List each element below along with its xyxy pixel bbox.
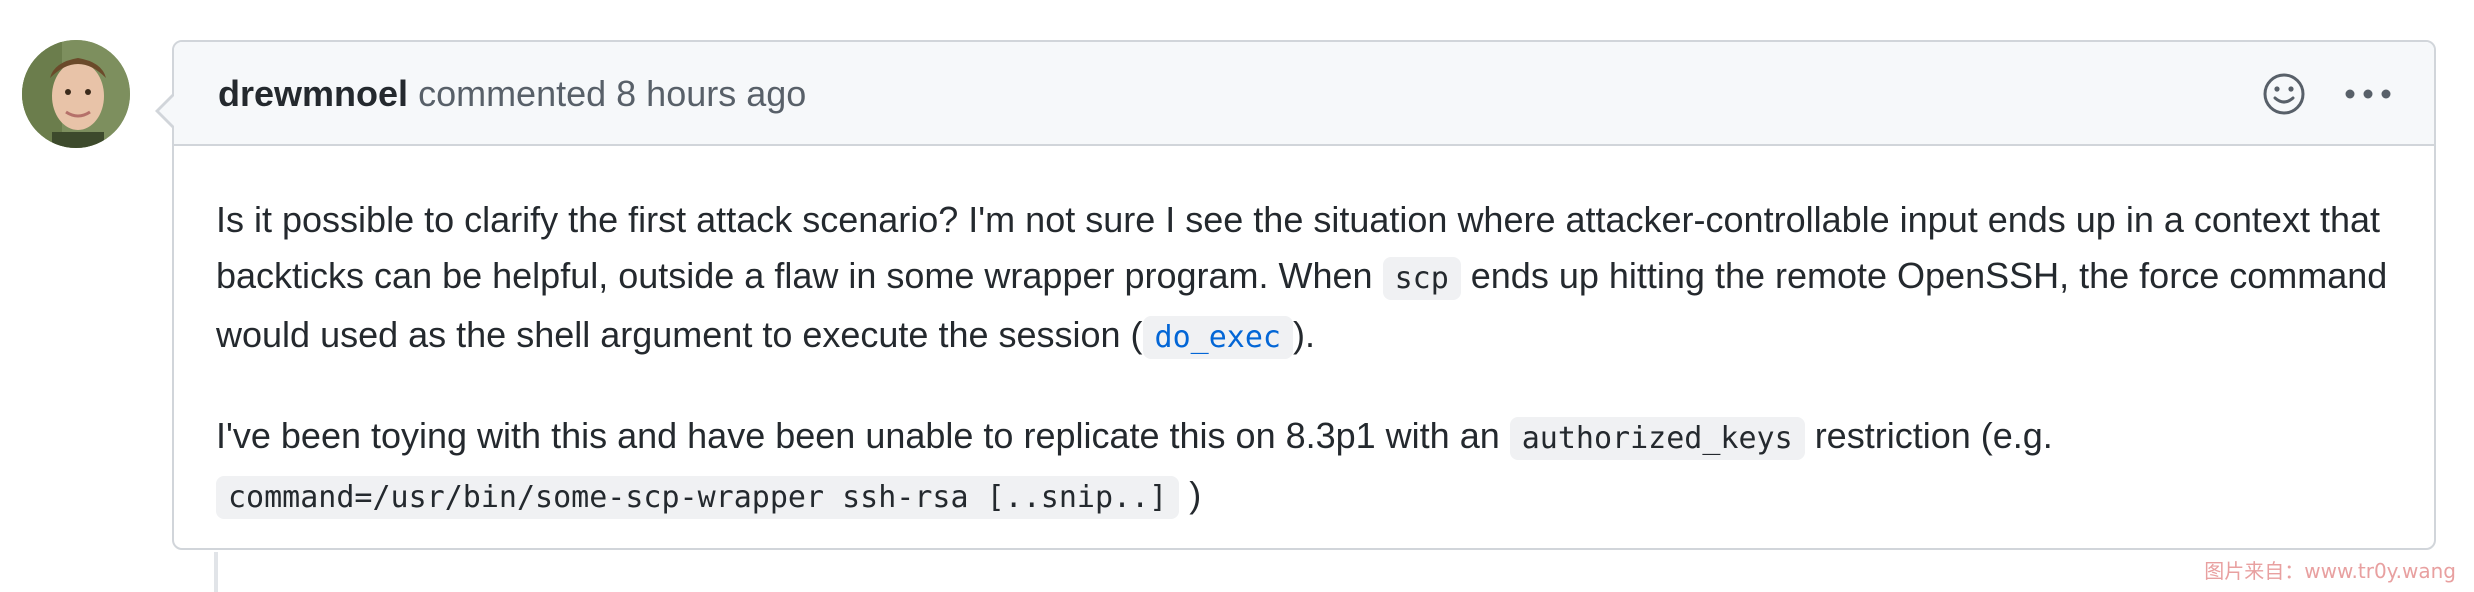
- comment-timestamp[interactable]: commented 8 hours ago: [418, 73, 806, 114]
- comment-body: Is it possible to clarify the first atta…: [174, 146, 2434, 526]
- watermark: 图片来自：www.tr0y.wang: [2204, 559, 2456, 583]
- smiley-icon: [2263, 73, 2305, 115]
- comment-paragraph-1: Is it possible to clarify the first atta…: [216, 192, 2394, 366]
- more-options-button[interactable]: [2342, 70, 2394, 118]
- author-link[interactable]: drewmnoel: [218, 73, 408, 114]
- inline-code: scp: [1382, 257, 1461, 300]
- comment-box: drewmnoel commented 8 hours ago Is it po…: [155, 40, 2436, 550]
- header-actions: [2260, 70, 2394, 118]
- avatar[interactable]: [22, 40, 130, 148]
- inline-code: authorized_keys: [1509, 417, 1805, 460]
- add-reaction-button[interactable]: [2260, 70, 2308, 118]
- inline-code: command=/usr/bin/some-scp-wrapper ssh-rs…: [216, 476, 1180, 519]
- comment-paragraph-2: I've been toying with this and have been…: [216, 408, 2394, 526]
- comment-meta: drewmnoel commented 8 hours ago: [218, 72, 806, 116]
- timeline-connector: [214, 552, 218, 592]
- comment-header: drewmnoel commented 8 hours ago: [174, 42, 2434, 146]
- kebab-horizontal-icon: [2345, 89, 2391, 99]
- inline-code-link[interactable]: do_exec: [1142, 316, 1293, 359]
